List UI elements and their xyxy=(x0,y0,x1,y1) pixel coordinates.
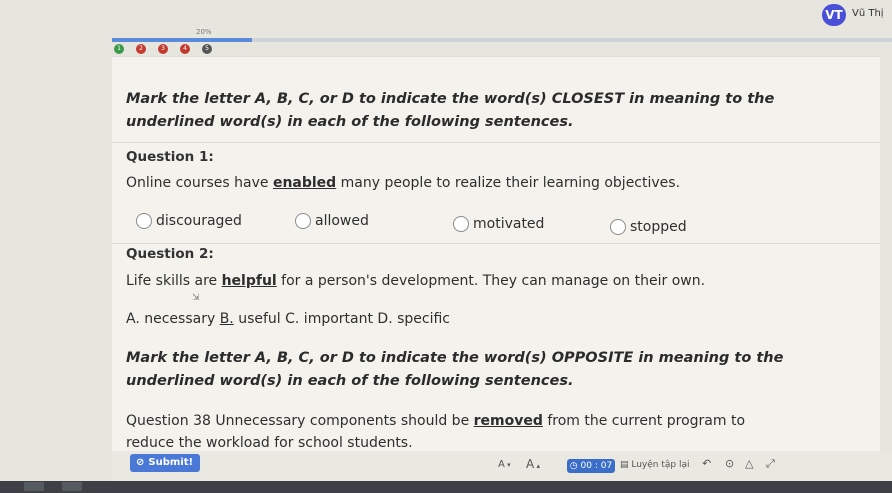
question-38-text-after: from the current program to xyxy=(542,413,746,429)
user-name[interactable]: Vũ Thị xyxy=(852,8,884,19)
step-1[interactable]: 1 xyxy=(114,44,124,54)
font-decrease-label: A xyxy=(498,459,505,470)
top-bar: VT Vũ Thị xyxy=(0,0,892,30)
question-38-text-before: Question 38 Unnecessary components shoul… xyxy=(126,413,474,429)
progress-bar xyxy=(112,38,892,42)
taskbar-item[interactable] xyxy=(24,482,44,491)
instruction-closest-line1: Mark the letter A, B, C, or D to indicat… xyxy=(126,91,775,107)
question-1-title: Question 1: xyxy=(126,149,214,165)
undo-icon[interactable]: ↶ xyxy=(702,457,711,470)
timer-value: 00 : 07 xyxy=(580,461,613,471)
retry-practice-button[interactable]: ▤ Luyện tập lại xyxy=(620,460,690,470)
option-stopped[interactable]: stopped xyxy=(610,219,687,239)
caret-up-icon: ▴ xyxy=(534,462,540,470)
check-circle-icon: ⊘ xyxy=(136,457,145,468)
question-38-text: Question 38 Unnecessary components shoul… xyxy=(126,413,745,429)
question-2-title: Question 2: xyxy=(126,246,214,262)
divider xyxy=(112,243,880,244)
question-2-text-after: for a person's development. They can man… xyxy=(276,273,706,289)
radio-icon[interactable] xyxy=(610,219,626,235)
question-38-line2: reduce the workload for school students. xyxy=(126,435,413,449)
question-1-text: Online courses have enabled many people … xyxy=(126,175,680,191)
instruction-opposite-line1: Mark the letter A, B, C, or D to indicat… xyxy=(126,350,784,366)
option-label: allowed xyxy=(315,213,369,229)
retry-practice-label: Luyện tập lại xyxy=(631,460,690,470)
timer: ◷ 00 : 07 xyxy=(567,459,615,473)
answer-rest: useful C. important D. specific xyxy=(233,311,450,327)
os-taskbar xyxy=(0,481,892,493)
expand-icon[interactable]: ⤢ xyxy=(766,457,775,471)
option-label: stopped xyxy=(630,219,687,235)
font-decrease-button[interactable]: A ▾ xyxy=(498,459,511,470)
option-discouraged[interactable]: discouraged xyxy=(136,213,242,233)
radio-icon[interactable] xyxy=(453,216,469,232)
avatar[interactable]: VT xyxy=(822,4,846,26)
instruction-opposite-line2: underlined word(s) in each of the follow… xyxy=(126,373,574,389)
step-3[interactable]: 3 xyxy=(158,44,168,54)
question-1-text-after: many people to realize their learning ob… xyxy=(336,175,681,191)
option-motivated[interactable]: motivated xyxy=(453,216,544,236)
radio-icon[interactable] xyxy=(136,213,152,229)
question-2-answers: A. necessary B. useful C. important D. s… xyxy=(126,311,450,327)
option-allowed[interactable]: allowed xyxy=(295,213,369,233)
underlined-word-helpful: helpful xyxy=(221,273,277,289)
step-2[interactable]: 2 xyxy=(136,44,146,54)
option-label: discouraged xyxy=(156,213,242,229)
warning-icon[interactable]: △ xyxy=(745,457,753,470)
radio-icon[interactable] xyxy=(295,213,311,229)
font-increase-label: A xyxy=(526,457,535,471)
progress-fill xyxy=(112,38,253,42)
taskbar-item[interactable] xyxy=(62,482,82,491)
cursor-icon: ⇲ xyxy=(192,293,200,303)
progress-label: 20% xyxy=(196,28,212,36)
option-label: motivated xyxy=(473,216,545,232)
step-4[interactable]: 4 xyxy=(180,44,190,54)
answer-a-necessary: A. necessary xyxy=(126,311,220,327)
answer-b-marker: B. xyxy=(219,311,234,327)
submit-button[interactable]: ⊘ Submit! xyxy=(130,454,200,472)
question-2-text-before: Life skills are xyxy=(126,273,222,289)
step-5[interactable]: 5 xyxy=(202,44,212,54)
instruction-closest-line2: underlined word(s) in each of the follow… xyxy=(126,114,574,130)
trash-icon: ▤ xyxy=(620,460,632,470)
caret-down-icon: ▾ xyxy=(504,461,511,469)
underlined-word-removed: removed xyxy=(473,413,543,429)
divider xyxy=(112,142,880,143)
help-icon[interactable]: ⊙ xyxy=(725,457,734,470)
question-2-text: Life skills are helpful for a person's d… xyxy=(126,273,705,289)
underlined-word-enabled: enabled xyxy=(272,175,337,191)
font-increase-button[interactable]: A ▴ xyxy=(526,457,540,471)
submit-label: Submit! xyxy=(148,457,194,468)
question-1-text-before: Online courses have xyxy=(126,175,273,191)
clock-icon: ◷ xyxy=(569,461,581,471)
